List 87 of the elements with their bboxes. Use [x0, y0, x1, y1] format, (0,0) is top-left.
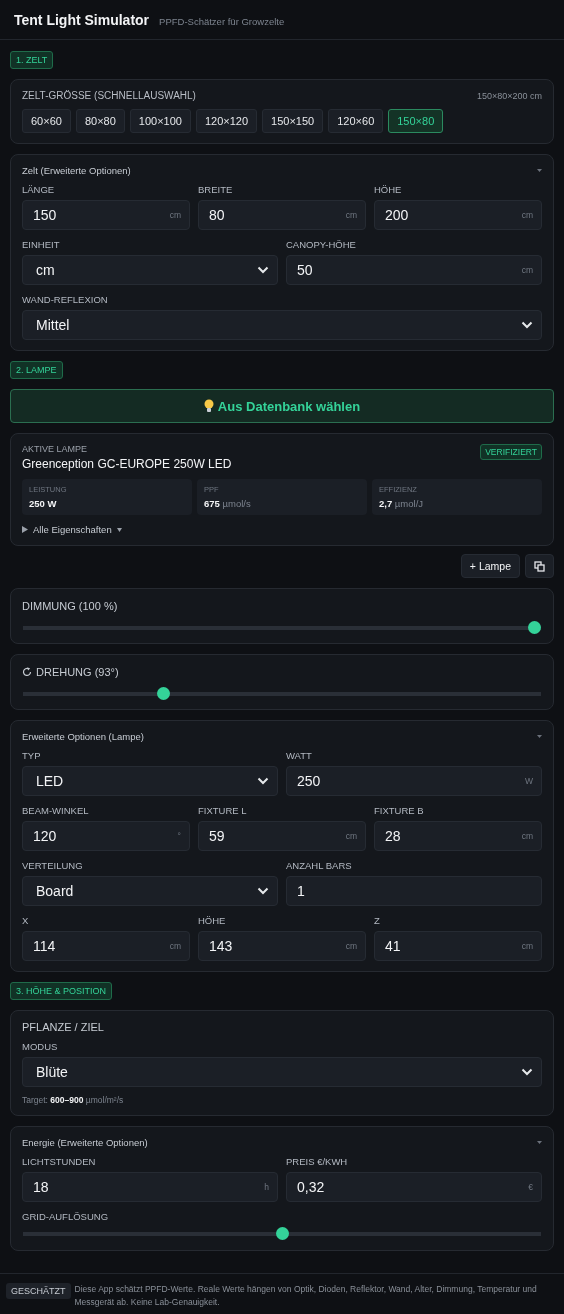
field-label: EINHEIT [22, 239, 61, 250]
section-badge: 1. ZELT [10, 51, 54, 69]
caret-icon[interactable] [537, 1140, 542, 1145]
size-preset-button[interactable]: 60×60 [22, 109, 71, 133]
caret-icon[interactable] [537, 168, 542, 173]
input-field[interactable]: 150 cm [22, 200, 190, 230]
app-subtitle: PPFD-Schätzer für Growzelte [159, 16, 285, 27]
slider-label: DIMMUNG (100 %) [22, 600, 118, 612]
input-field[interactable]: 200 cm [374, 200, 542, 230]
input-field[interactable]: 59 cm [198, 821, 366, 851]
field-label: CANOPY-HÖHE [286, 239, 357, 250]
field-label: VERTEILUNG [22, 860, 84, 871]
lightbulb-icon [203, 399, 214, 413]
section-title[interactable]: Zelt (Erweiterte Optionen) [22, 165, 131, 176]
field-label: HÖHE [374, 184, 403, 195]
input-field[interactable]: 18 h [22, 1172, 278, 1202]
field-label: LÄNGE [22, 184, 56, 195]
slider-thumb[interactable] [275, 1227, 289, 1240]
database-button[interactable]: Aus Datenbank wählen [10, 389, 554, 423]
input-field[interactable]: 50 cm [286, 255, 542, 285]
select-field[interactable]: Mittel [22, 310, 542, 340]
chevron-down-icon [257, 777, 269, 785]
field-label: MODUS [22, 1041, 59, 1052]
field-label: BREITE [198, 184, 234, 195]
field-label: PREIS €/KWH [286, 1156, 349, 1167]
caret-icon[interactable] [537, 734, 542, 739]
slider-label: DREHUNG (93°) [36, 666, 119, 678]
field-label: WATT [286, 750, 313, 761]
chevron-down-icon [521, 321, 533, 329]
field-label: GRID-AUFLÖSUNG [22, 1211, 110, 1222]
input-field[interactable]: 114 cm [22, 931, 190, 961]
app-title: Tent Light Simulator [14, 12, 150, 28]
chevron-down-icon [521, 1068, 533, 1076]
field-label: LICHTSTUNDEN [22, 1156, 97, 1167]
size-preset-button[interactable]: 150×80 [388, 109, 444, 133]
stat-value: 2,7 µmol/J [379, 498, 425, 509]
size-preset-button[interactable]: 120×60 [328, 109, 384, 133]
size-preset-button[interactable]: 150×150 [262, 109, 324, 133]
target-range-text: Target: 600–900 µmol/m²/s [22, 1095, 125, 1105]
input-field[interactable]: 28 cm [374, 821, 542, 851]
field-label: HÖHE [198, 915, 227, 926]
size-preset-button[interactable]: 80×80 [75, 109, 125, 133]
add-lamp-button[interactable]: + Lampe [460, 554, 520, 578]
input-field[interactable]: 250 W [286, 766, 542, 796]
section-title[interactable]: Energie (Erweiterte Optionen) [22, 1137, 148, 1148]
caret-icon[interactable] [116, 527, 122, 532]
field-label: FIXTURE L [198, 805, 248, 816]
size-preset-button[interactable]: 120×120 [195, 109, 258, 133]
input-field[interactable]: 120 ° [22, 821, 190, 851]
stat-value: 675 µmol/s [204, 498, 252, 509]
field-label: BEAM-WINKEL [22, 805, 90, 816]
field-label: FIXTURE B [374, 805, 425, 816]
stat-value: 250 W [29, 498, 58, 509]
select-field[interactable]: Blüte [22, 1057, 542, 1087]
section-badge: 2. LAMPE [10, 361, 63, 379]
field-label: X [22, 915, 30, 926]
size-summary: 150×80×200 cm [476, 90, 542, 101]
slider-thumb[interactable] [157, 687, 171, 700]
field-label: WAND-REFLEXION [22, 294, 109, 305]
chevron-down-icon [257, 887, 269, 895]
input-field[interactable]: 0,32 € [286, 1172, 542, 1202]
chevron-down-icon [257, 266, 269, 274]
select-field[interactable]: LED [22, 766, 278, 796]
input-field[interactable]: 80 cm [198, 200, 366, 230]
input-field[interactable]: 41 cm [374, 931, 542, 961]
field-label: Z [374, 915, 381, 926]
verified-badge: VERIFIZIERT [480, 444, 542, 460]
section-badge: 3. HÖHE & POSITION [10, 982, 113, 1000]
properties-toggle[interactable]: Alle Eigenschaften [22, 524, 122, 535]
slider-thumb[interactable] [528, 621, 541, 634]
lamp-name: Greenception GC-EUROPE 250W LED [22, 457, 232, 471]
duplicate-button[interactable] [525, 554, 554, 578]
duplicate-icon [534, 560, 545, 572]
select-field[interactable]: cm [22, 255, 278, 285]
input-field[interactable]: 143 cm [198, 931, 366, 961]
field-label: ANZAHL BARS [286, 860, 353, 871]
disclaimer-text: Diese App schätzt PPFD-Werte. Reale Werte hängen von Optik, Dioden, Reflektor, Wand, Alter, Dimmung, Temperatur und Messgerät ab. Keine Lab-Genauigkeit. [74, 1282, 538, 1310]
section-title[interactable]: Erweiterte Optionen (Lampe) [22, 731, 144, 742]
select-field[interactable]: Board [22, 876, 278, 906]
active-lamp-label: AKTIVE LAMPE [22, 444, 89, 454]
size-preset-button[interactable]: 100×100 [129, 109, 191, 133]
section-label: ZELT-GRÖSSE (SCHNELLAUSWAHL) [22, 90, 196, 101]
input-field[interactable]: 1 [286, 876, 542, 906]
section-title: PFLANZE / ZIEL [22, 1021, 105, 1033]
estimate-badge: GESCHÄTZT [6, 1282, 71, 1300]
field-label: TYP [22, 750, 42, 761]
triangle-right-icon[interactable] [22, 526, 28, 533]
